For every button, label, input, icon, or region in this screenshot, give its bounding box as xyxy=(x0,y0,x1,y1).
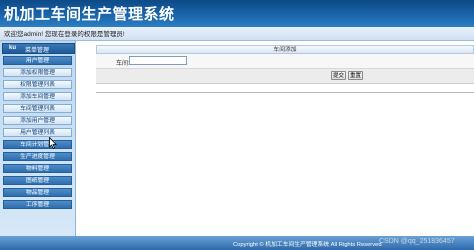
sidebar-header-label: 菜单管理 xyxy=(25,48,50,54)
copyright-text: Copyright © 机加工车间生产管理系统 All Rights Reser… xyxy=(233,242,382,248)
sidebar-item[interactable]: 生产进度管理 xyxy=(3,152,72,161)
sidebar-header: ku 菜单管理 xyxy=(2,43,75,54)
reset-button[interactable]: 重置 xyxy=(348,71,363,80)
main-content: 车间添加 车间: 提交 重置 xyxy=(96,45,474,237)
sidebar-item[interactable]: 权限管理列表 xyxy=(3,80,72,89)
sidebar-item[interactable]: 添加权限管理 xyxy=(3,68,72,77)
content-divider xyxy=(96,92,474,93)
welcome-text: 欢迎您admin! 您现在登录的权限是管理员! xyxy=(4,31,125,38)
welcome-bar: 欢迎您admin! 您现在登录的权限是管理员! xyxy=(0,27,474,41)
sidebar-item[interactable]: 物料管理 xyxy=(3,164,72,173)
submit-button[interactable]: 提交 xyxy=(331,71,346,80)
sidebar-item[interactable]: 车间管理列表 xyxy=(3,104,72,113)
menu-icon: ku xyxy=(9,45,17,51)
sidebar-item[interactable]: 物品管理 xyxy=(3,188,72,197)
mouse-cursor-icon xyxy=(49,137,57,149)
sidebar: ku 菜单管理 用户管理添加权限管理 权限管理列表 添加车间管理 车间管理列表 添加用户… xyxy=(0,41,76,236)
sidebar-item[interactable]: 工序管理 xyxy=(3,200,72,209)
button-row: 提交 重置 xyxy=(96,69,474,84)
sidebar-item[interactable]: 添加车间管理 xyxy=(3,92,72,101)
workshop-input[interactable] xyxy=(129,56,187,65)
sidebar-item[interactable]: 用户管理 xyxy=(3,56,72,65)
workshop-label: 车间: xyxy=(116,61,130,67)
watermark: CSDN @qq_251836457 xyxy=(379,238,455,245)
sidebar-item[interactable]: 用户管理列表 xyxy=(3,128,72,137)
footer: Copyright © 机加工车间生产管理系统 All Rights Reser… xyxy=(0,236,474,250)
app-header: 机加工车间生产管理系统 xyxy=(0,0,474,27)
sidebar-item[interactable]: 添加用户管理 xyxy=(3,116,72,125)
sidebar-item[interactable]: 图纸管理 xyxy=(3,176,72,185)
app-title: 机加工车间生产管理系统 xyxy=(4,6,175,23)
sidebar-item[interactable]: 车间计划管理 xyxy=(3,140,72,149)
form-row-workshop: 车间: xyxy=(96,54,474,69)
panel-title: 车间添加 xyxy=(96,45,474,54)
